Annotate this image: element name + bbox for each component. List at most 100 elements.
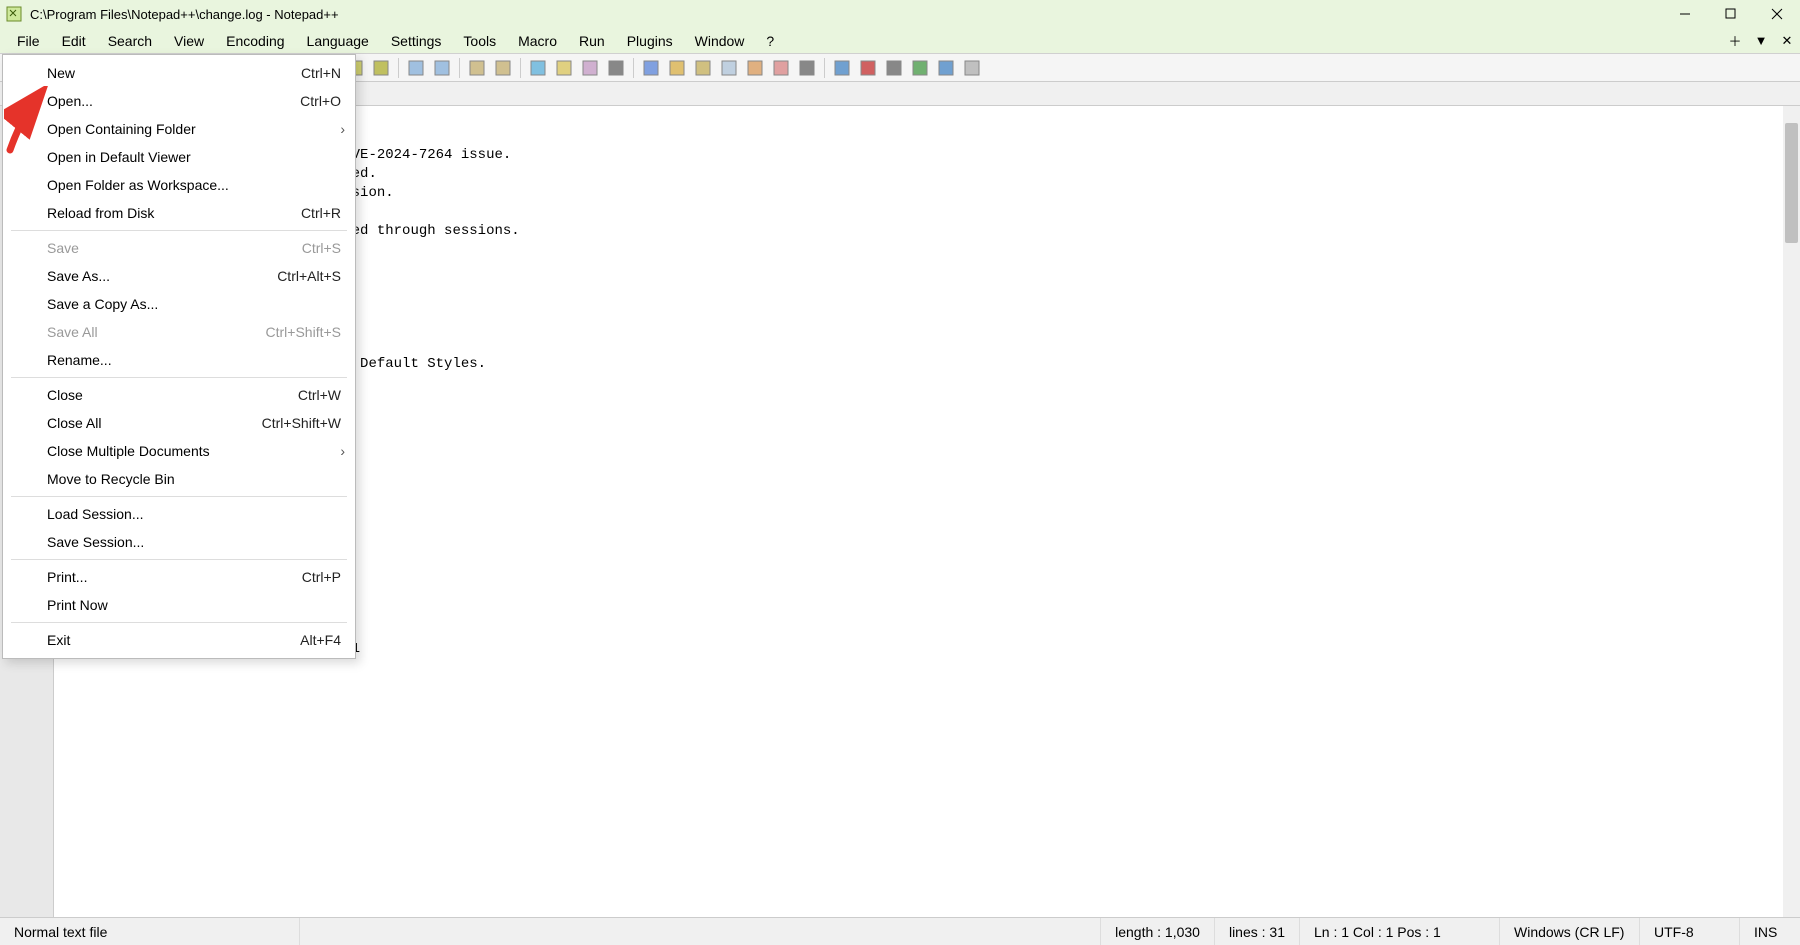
menu-item-run[interactable]: Run (568, 29, 616, 53)
file-menu-save-a-copy-as[interactable]: Save a Copy As... (3, 290, 355, 318)
menu-item-shortcut: Alt+F4 (300, 632, 341, 648)
menu-item-label: Open... (47, 93, 300, 109)
menu-item-label: New (47, 65, 301, 81)
menu-item-window[interactable]: Window (684, 29, 756, 53)
word-wrap-icon[interactable] (526, 56, 550, 80)
menu-item-label: Close (47, 387, 298, 403)
menu-item-label: Open Folder as Workspace... (47, 177, 341, 193)
add-tab-icon[interactable]: ＋ (1726, 32, 1744, 50)
close-tab-icon[interactable]: ✕ (1778, 32, 1796, 50)
file-menu-open-containing-folder[interactable]: Open Containing Folder› (3, 115, 355, 143)
monitor-icon[interactable] (795, 56, 819, 80)
vertical-scrollbar[interactable] (1783, 106, 1800, 917)
toolbar-separator (398, 58, 399, 78)
menu-item-label: Save Session... (47, 534, 341, 550)
toolbar-separator (633, 58, 634, 78)
file-menu-save-as[interactable]: Save As...Ctrl+Alt+S (3, 262, 355, 290)
menu-item-macro[interactable]: Macro (507, 29, 568, 53)
menu-item-label: Reload from Disk (47, 205, 301, 221)
play-multi-icon[interactable] (934, 56, 958, 80)
folder-ws-icon[interactable] (769, 56, 793, 80)
save-macro-icon[interactable] (960, 56, 984, 80)
play-icon[interactable] (908, 56, 932, 80)
menu-item-label: Print... (47, 569, 302, 585)
menu-item-label: Save All (47, 324, 266, 340)
window-controls (1662, 0, 1800, 28)
menu-separator (11, 230, 347, 231)
file-menu-print-now[interactable]: Print Now (3, 591, 355, 619)
show-all-icon[interactable] (552, 56, 576, 80)
menu-item-label: Open in Default Viewer (47, 149, 341, 165)
menu-item-label: Save As... (47, 268, 277, 284)
menu-item-language[interactable]: Language (296, 29, 380, 53)
doc-list-icon[interactable] (717, 56, 741, 80)
menu-separator (11, 496, 347, 497)
file-menu-print[interactable]: Print...Ctrl+P (3, 563, 355, 591)
maximize-button[interactable] (1708, 0, 1754, 28)
menu-item-search[interactable]: Search (97, 29, 163, 53)
file-menu-new[interactable]: NewCtrl+N (3, 59, 355, 87)
file-menu-dropdown: NewCtrl+NOpen...Ctrl+OOpen Containing Fo… (2, 54, 356, 659)
menu-item-label: Close Multiple Documents (47, 443, 341, 459)
scrollbar-thumb[interactable] (1785, 123, 1798, 243)
file-menu-close-multiple-documents[interactable]: Close Multiple Documents› (3, 437, 355, 465)
status-insert-mode[interactable]: INS (1740, 918, 1800, 945)
func-list-icon[interactable] (743, 56, 767, 80)
sync-v-icon[interactable] (465, 56, 489, 80)
file-menu-close-all[interactable]: Close AllCtrl+Shift+W (3, 409, 355, 437)
file-menu-load-session[interactable]: Load Session... (3, 500, 355, 528)
menubar: FileEditSearchViewEncodingLanguageSettin… (0, 28, 1800, 54)
file-menu-rename[interactable]: Rename... (3, 346, 355, 374)
file-menu-save-session[interactable]: Save Session... (3, 528, 355, 556)
indent-guide-icon[interactable] (578, 56, 602, 80)
file-menu-open[interactable]: Open...Ctrl+O (3, 87, 355, 115)
status-encoding[interactable]: UTF-8 (1640, 918, 1740, 945)
doc-map-icon[interactable] (691, 56, 715, 80)
file-menu-exit[interactable]: ExitAlt+F4 (3, 626, 355, 654)
menu-item-shortcut: Ctrl+S (302, 240, 341, 256)
fold-all-icon[interactable] (639, 56, 663, 80)
menu-item-settings[interactable]: Settings (380, 29, 453, 53)
menu-item-edit[interactable]: Edit (51, 29, 97, 53)
menu-separator (11, 377, 347, 378)
replace-icon[interactable] (369, 56, 393, 80)
file-menu-close[interactable]: CloseCtrl+W (3, 381, 355, 409)
dropdown-icon[interactable]: ▼ (1752, 32, 1770, 50)
file-menu-move-to-recycle-bin[interactable]: Move to Recycle Bin (3, 465, 355, 493)
status-doc-type: Normal text file (0, 918, 300, 945)
menu-item-label: Open Containing Folder (47, 121, 341, 137)
sync-h-icon[interactable] (491, 56, 515, 80)
dropdown-icon[interactable] (604, 56, 628, 80)
close-button[interactable] (1754, 0, 1800, 28)
menu-separator (11, 559, 347, 560)
menu-item-shortcut: Ctrl+Shift+W (262, 415, 341, 431)
menu-item-tools[interactable]: Tools (452, 29, 507, 53)
menu-item-label: Close All (47, 415, 262, 431)
zoom-in-icon[interactable] (404, 56, 428, 80)
preview-icon[interactable] (830, 56, 854, 80)
minimize-button[interactable] (1662, 0, 1708, 28)
status-eol[interactable]: Windows (CR LF) (1500, 918, 1640, 945)
menu-item-label: Save (47, 240, 302, 256)
menu-item-help[interactable]: ? (755, 29, 785, 53)
file-menu-open-folder-as-workspace[interactable]: Open Folder as Workspace... (3, 171, 355, 199)
stop-icon[interactable] (882, 56, 906, 80)
toolbar-separator (520, 58, 521, 78)
file-menu-open-in-default-viewer[interactable]: Open in Default Viewer (3, 143, 355, 171)
menu-item-plugins[interactable]: Plugins (616, 29, 684, 53)
menu-item-shortcut: Ctrl+N (301, 65, 341, 81)
file-menu-reload-from-disk[interactable]: Reload from DiskCtrl+R (3, 199, 355, 227)
unfold-all-icon[interactable] (665, 56, 689, 80)
menu-item-shortcut: Ctrl+Alt+S (277, 268, 341, 284)
app-icon (6, 6, 22, 22)
file-menu-save: SaveCtrl+S (3, 234, 355, 262)
menu-item-file[interactable]: File (6, 29, 51, 53)
menu-item-encoding[interactable]: Encoding (215, 29, 295, 53)
window-title: C:\Program Files\Notepad++\change.log - … (30, 7, 339, 22)
toolbar-separator (824, 58, 825, 78)
menu-item-shortcut: Ctrl+W (298, 387, 341, 403)
record-icon[interactable] (856, 56, 880, 80)
zoom-out-icon[interactable] (430, 56, 454, 80)
menu-item-label: Exit (47, 632, 300, 648)
menu-item-view[interactable]: View (163, 29, 215, 53)
